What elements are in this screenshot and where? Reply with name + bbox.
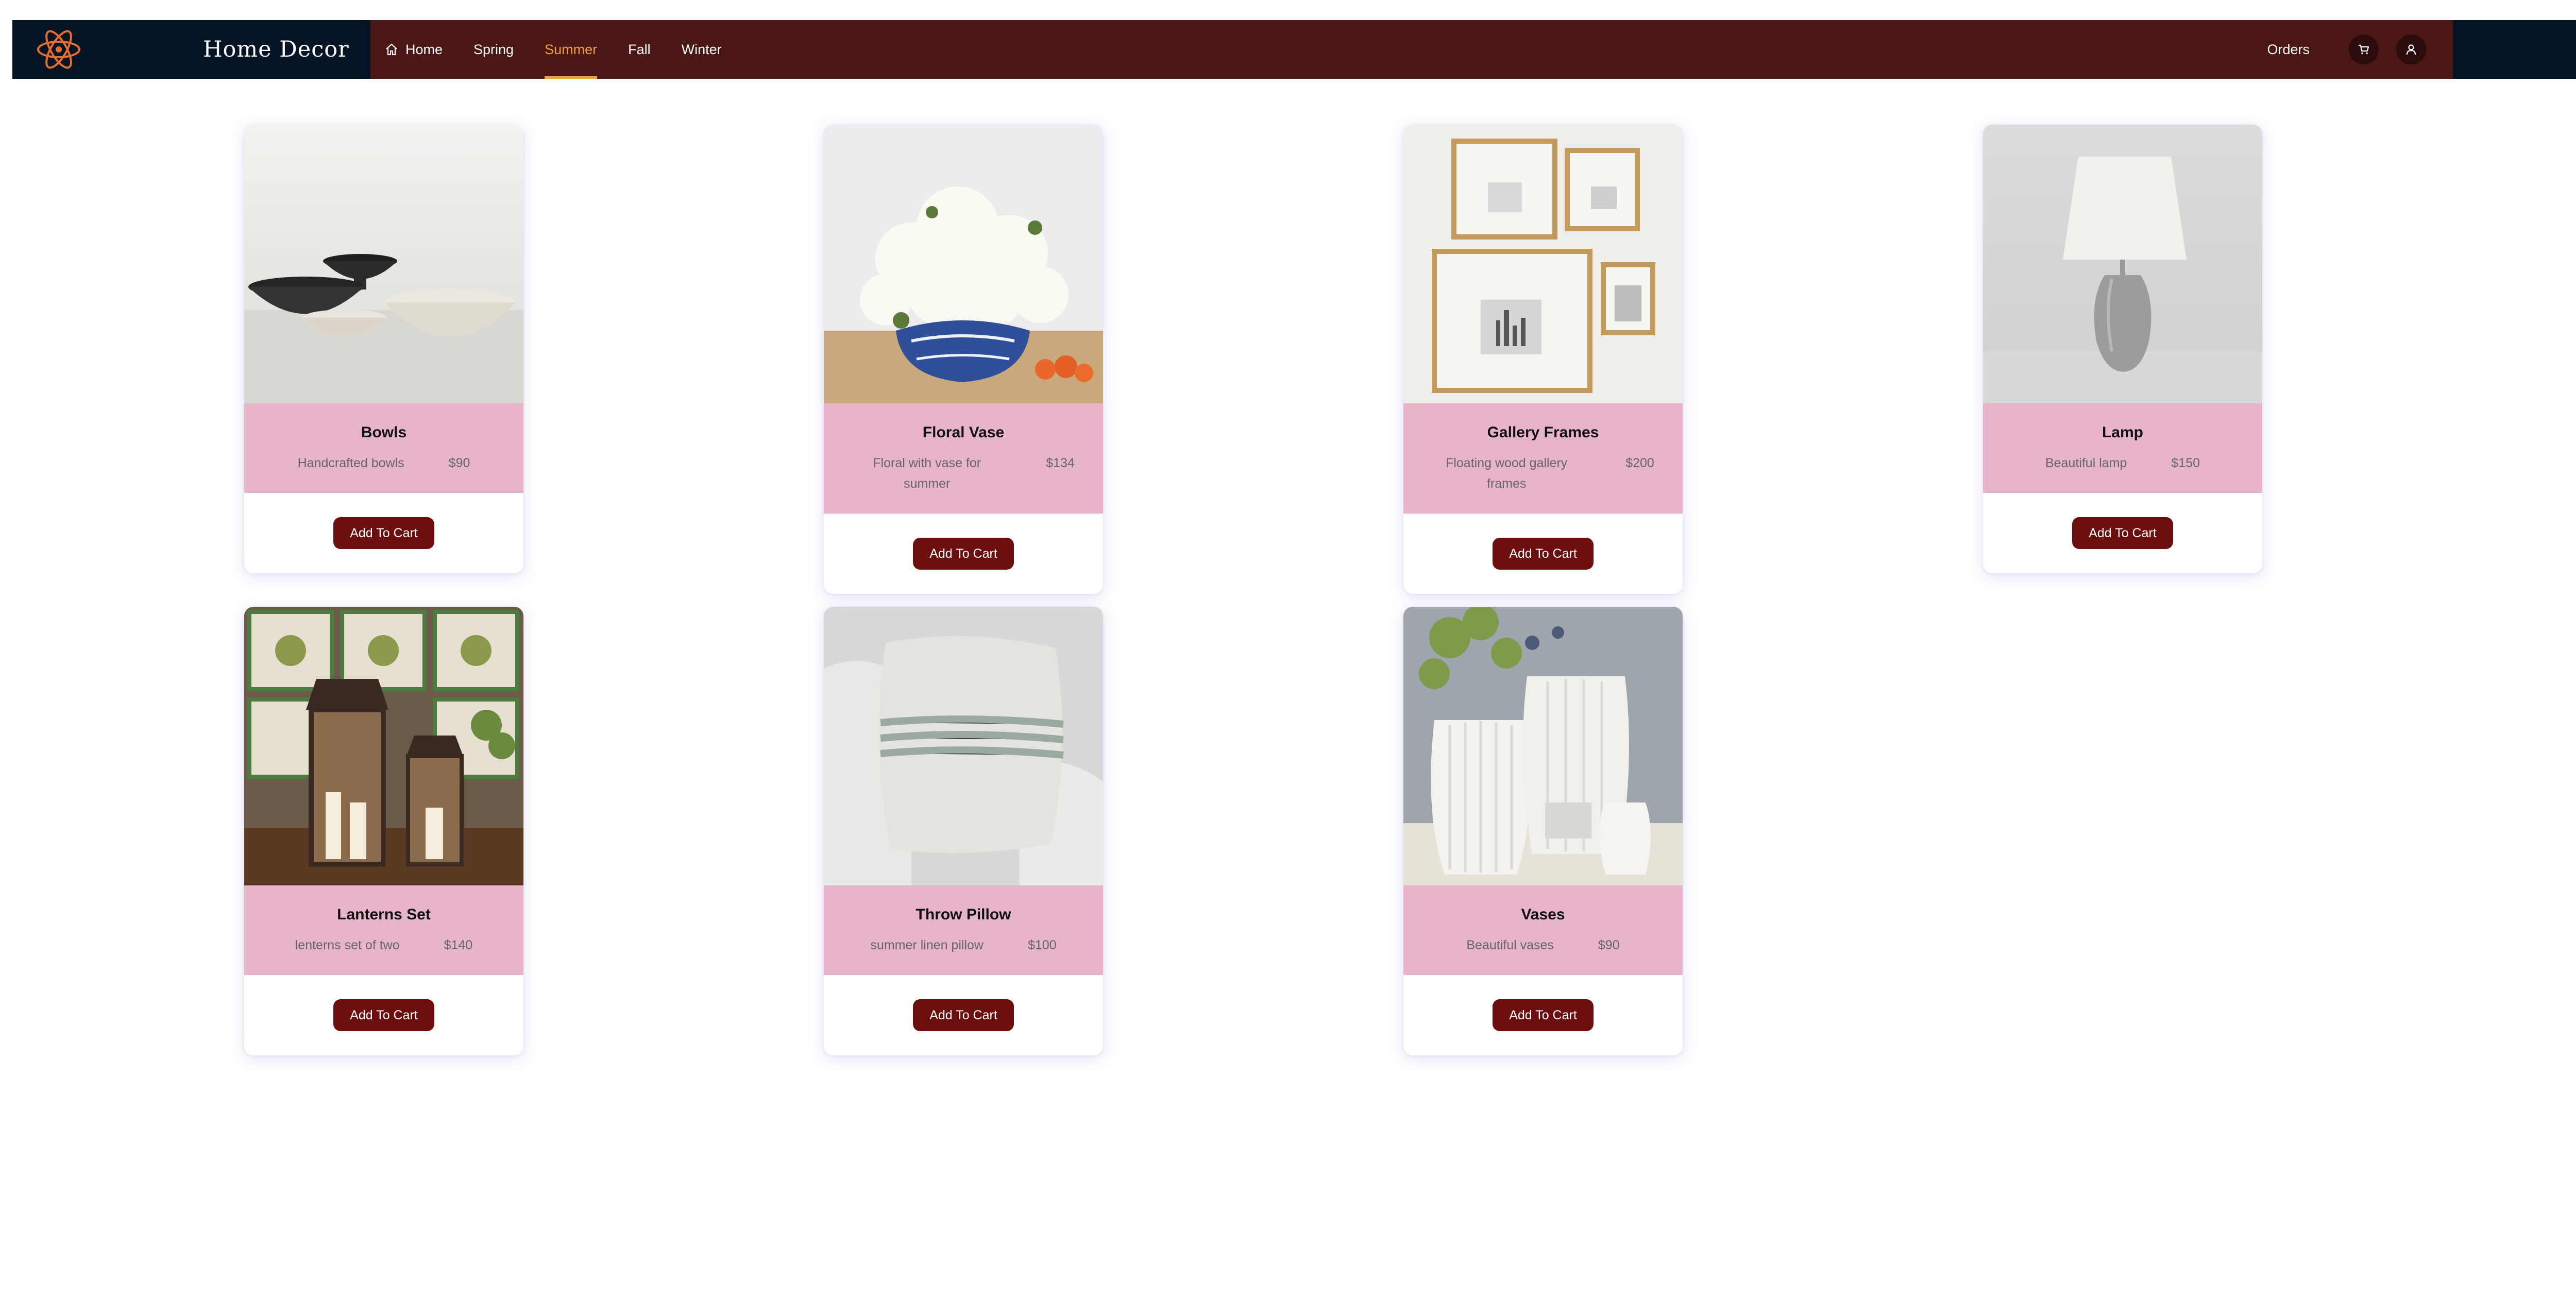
product-meta: Floral with vase for summer $134 xyxy=(839,453,1088,514)
add-to-cart-button[interactable]: Add To Cart xyxy=(333,517,434,549)
product-meta: summer linen pillow $100 xyxy=(839,935,1088,975)
top-navbar: Home Decor Home Spring Summer Fall Winte… xyxy=(12,20,2576,79)
product-price: $150 xyxy=(2171,456,2200,470)
product-info: Lanterns Set lenterns set of two $140 xyxy=(244,885,523,975)
product-image-vases[interactable] xyxy=(1403,607,1683,885)
product-meta: lenterns set of two $140 xyxy=(260,935,508,975)
add-to-cart-button[interactable]: Add To Cart xyxy=(1493,538,1594,570)
product-title: Floral Vase xyxy=(922,424,1005,441)
product-actions: Add To Cart xyxy=(1403,514,1683,594)
product-price: $100 xyxy=(1027,938,1057,952)
brand-name[interactable]: Home Decor xyxy=(203,20,349,79)
product-card-floral-vase: Floral Vase Floral with vase for summer … xyxy=(824,125,1103,594)
product-actions: Add To Cart xyxy=(244,493,523,573)
product-title: Lanterns Set xyxy=(337,906,431,923)
product-actions: Add To Cart xyxy=(244,975,523,1055)
cart-icon xyxy=(2359,44,2369,55)
nav-link-label: Spring xyxy=(473,41,514,57)
nav-link-winter[interactable]: Winter xyxy=(682,20,722,79)
atom-icon[interactable] xyxy=(36,29,81,70)
add-to-cart-button[interactable]: Add To Cart xyxy=(913,538,1014,570)
home-icon xyxy=(386,43,397,56)
product-price: $140 xyxy=(444,938,473,952)
user-button[interactable] xyxy=(2396,35,2426,64)
product-description: summer linen pillow xyxy=(870,938,984,952)
nav-link-home[interactable]: Home xyxy=(385,20,443,79)
product-description: Beautiful lamp xyxy=(2045,456,2127,470)
nav-link-label: Fall xyxy=(628,41,651,57)
main-nav: Home Spring Summer Fall Winter Orders xyxy=(370,20,2453,79)
add-to-cart-button[interactable]: Add To Cart xyxy=(2072,517,2173,549)
add-to-cart-button[interactable]: Add To Cart xyxy=(333,999,434,1031)
product-price: $90 xyxy=(448,456,470,470)
product-title: Lamp xyxy=(2102,424,2143,441)
product-image-floral-vase[interactable] xyxy=(824,125,1103,403)
add-to-cart-button[interactable]: Add To Cart xyxy=(1493,999,1594,1031)
nav-links: Home Spring Summer Fall Winter xyxy=(370,20,753,79)
product-info: Vases Beautiful vases $90 xyxy=(1403,885,1683,975)
product-description: Floral with vase for summer xyxy=(873,456,981,491)
product-card-gallery-frames: Gallery Frames Floating wood gallery fra… xyxy=(1403,125,1683,594)
brand-area: Home Decor xyxy=(12,20,370,79)
product-info: Throw Pillow summer linen pillow $100 xyxy=(824,885,1103,975)
product-actions: Add To Cart xyxy=(1983,493,2262,573)
product-image-throw-pillow[interactable] xyxy=(824,607,1103,885)
product-actions: Add To Cart xyxy=(824,514,1103,594)
product-description: Floating wood gallery frames xyxy=(1446,456,1568,491)
product-price: $134 xyxy=(1046,456,1075,470)
nav-link-label: Summer xyxy=(545,41,598,57)
product-image-lanterns-set[interactable] xyxy=(244,607,523,885)
product-title: Gallery Frames xyxy=(1487,424,1599,441)
product-image-gallery-frames[interactable] xyxy=(1403,125,1683,403)
product-image-lamp[interactable] xyxy=(1983,125,2262,403)
product-actions: Add To Cart xyxy=(1403,975,1683,1055)
product-card-vases: Vases Beautiful vases $90 Add To Cart xyxy=(1403,607,1683,1055)
orders-link[interactable]: Orders xyxy=(2267,42,2310,58)
product-description: Beautiful vases xyxy=(1466,938,1554,952)
product-meta: Handcrafted bowls $90 xyxy=(260,453,508,493)
product-image-bowls[interactable] xyxy=(244,125,523,403)
product-card-throw-pillow: Throw Pillow summer linen pillow $100 Ad… xyxy=(824,607,1103,1055)
product-title: Vases xyxy=(1521,906,1565,923)
nav-link-fall[interactable]: Fall xyxy=(628,20,651,79)
nav-link-label: Home xyxy=(405,41,443,57)
product-title: Throw Pillow xyxy=(916,906,1011,923)
product-meta: Floating wood gallery frames $200 xyxy=(1419,453,1667,514)
product-meta: Beautiful vases $90 xyxy=(1419,935,1667,975)
product-info: Bowls Handcrafted bowls $90 xyxy=(244,403,523,493)
product-info: Gallery Frames Floating wood gallery fra… xyxy=(1403,403,1683,514)
product-meta: Beautiful lamp $150 xyxy=(1998,453,2247,493)
product-title: Bowls xyxy=(361,424,407,441)
product-description: Handcrafted bowls xyxy=(297,456,404,470)
product-actions: Add To Cart xyxy=(824,975,1103,1055)
cart-button[interactable] xyxy=(2349,35,2379,64)
product-card-bowls: Bowls Handcrafted bowls $90 Add To Cart xyxy=(244,125,523,573)
product-price: $200 xyxy=(1625,456,1654,470)
nav-link-spring[interactable]: Spring xyxy=(473,20,514,79)
product-price: $90 xyxy=(1598,938,1620,952)
user-icon xyxy=(2406,44,2416,55)
nav-link-summer[interactable]: Summer xyxy=(545,20,598,79)
product-info: Lamp Beautiful lamp $150 xyxy=(1983,403,2262,493)
nav-link-label: Winter xyxy=(681,41,722,57)
add-to-cart-button[interactable]: Add To Cart xyxy=(913,999,1014,1031)
product-info: Floral Vase Floral with vase for summer … xyxy=(824,403,1103,514)
product-card-lanterns-set: Lanterns Set lenterns set of two $140 Ad… xyxy=(244,607,523,1055)
nav-actions: Orders xyxy=(2267,20,2426,79)
product-description: lenterns set of two xyxy=(295,938,400,952)
product-card-lamp: Lamp Beautiful lamp $150 Add To Cart xyxy=(1983,125,2262,573)
